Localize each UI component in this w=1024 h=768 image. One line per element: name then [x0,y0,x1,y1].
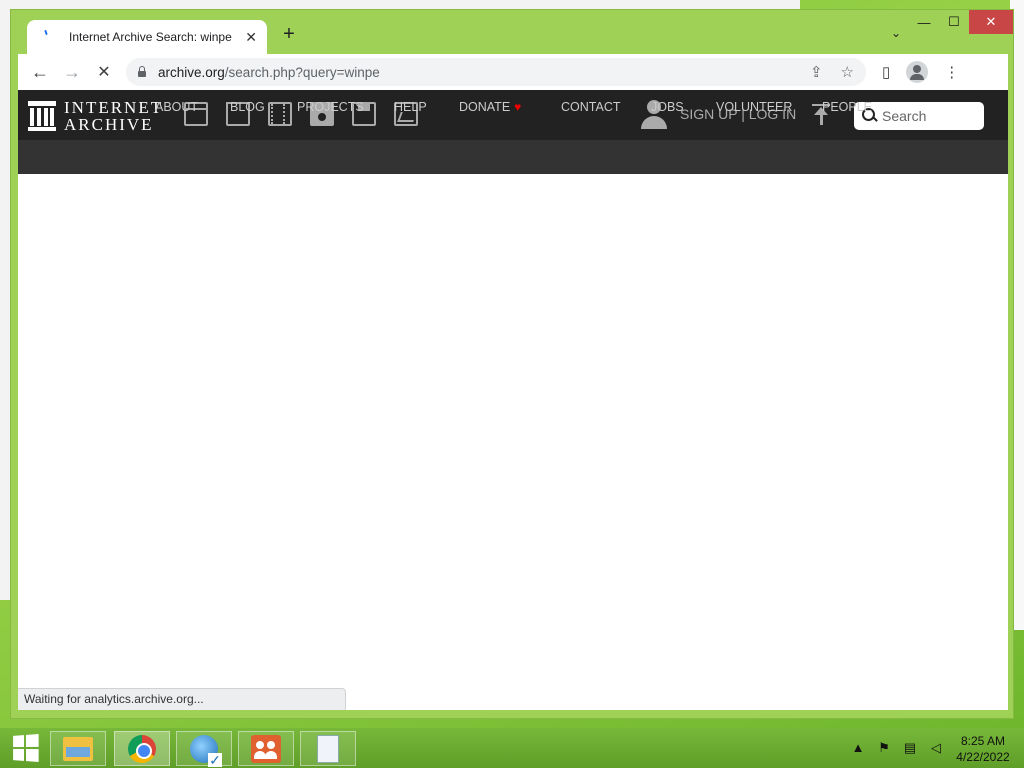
address-bar[interactable]: archive.org/search.php?query=winpe ⇪ ☆ [126,58,866,86]
action-center-flag-icon[interactable]: ⚑ [876,740,892,756]
taskbar-user-accounts[interactable] [238,731,294,766]
status-bubble: Waiting for analytics.archive.org... [18,688,346,710]
stop-loading-button[interactable]: ✕ [90,58,118,86]
windows-logo-icon [13,734,39,762]
archive-temple-icon [28,101,56,131]
nav-blog[interactable]: BLOG [230,100,265,114]
taskbar-internet-explorer[interactable] [176,731,232,767]
clock-time: 8:25 AM [960,734,1006,748]
back-button[interactable]: ← [26,58,54,86]
profile-avatar-icon[interactable] [906,61,929,83]
nav-about[interactable]: ABOUT [155,100,198,114]
nav-people[interactable]: PEOPLE [822,100,872,114]
bookmark-star-icon[interactable]: ☆ [841,63,854,81]
search-placeholder: Search [882,108,927,124]
user-accounts-icon [251,734,281,763]
loading-spinner-icon [39,29,55,45]
new-tab-button[interactable]: + [279,24,299,44]
clock-date: 4/22/2022 [956,750,1010,764]
start-button[interactable] [0,728,50,768]
file-explorer-icon [63,736,93,761]
volume-muted-icon[interactable]: ◁ [928,740,944,756]
forward-button[interactable]: → [58,58,86,86]
nav-donate-label: DONATE [459,100,511,114]
ia-header: INTERNET ARCHIVE SIGN UP | LOG IN Search [18,90,1008,140]
taskbar-file-explorer[interactable] [50,731,106,766]
taskbar-document[interactable] [300,731,356,766]
maximize-button[interactable]: ☐ [939,10,969,34]
url-path: /search.php?query=winpe [224,64,380,80]
ia-logo[interactable]: INTERNET ARCHIVE [28,99,163,133]
lock-icon[interactable] [136,66,148,78]
nav-donate[interactable]: DONATE ♥ [459,100,521,114]
heart-icon: ♥ [514,100,522,114]
nav-projects[interactable]: PROJECTS [297,100,364,114]
search-input[interactable]: Search [854,102,984,130]
close-window-button[interactable]: ✕ [969,10,1013,34]
browser-tab[interactable]: Internet Archive Search: winpe ✕ [27,20,267,54]
network-icon[interactable]: ▤ [902,740,918,756]
logo-line-2: ARCHIVE [64,115,154,134]
internet-explorer-icon [190,734,222,767]
nav-volunteer[interactable]: VOLUNTEER [716,100,792,114]
menu-kebab-icon[interactable]: ⋮ [944,63,959,81]
ia-nav-bar: ABOUT BLOG PROJECTS HELP DONATE ♥ CONTACT… [18,100,1008,174]
share-icon[interactable]: ⇪ [810,63,823,81]
toolbar-right: ▯ ⋮ [882,61,959,83]
nav-contact[interactable]: CONTACT [561,100,621,114]
nav-jobs[interactable]: JOBS [651,100,684,114]
logo-text: INTERNET ARCHIVE [64,99,163,133]
document-icon [317,734,339,763]
url-host: archive.org [158,64,225,80]
chrome-icon [128,734,156,763]
taskbar-chrome[interactable] [114,731,170,766]
video-icon[interactable] [268,102,292,126]
system-tray: ▲ ⚑ ▤ ◁ [850,740,944,756]
clock[interactable]: 8:25 AM 4/22/2022 [948,733,1018,765]
show-hidden-icons-icon[interactable]: ▲ [850,740,866,756]
tab-title: Internet Archive Search: winpe [69,30,232,44]
browser-toolbar: ← → ✕ archive.org/search.php?query=winpe… [18,54,1008,90]
minimize-button[interactable]: — [909,10,939,34]
side-panel-icon[interactable]: ▯ [882,63,890,81]
window-controls: — ☐ ✕ [909,10,1013,36]
tab-close-icon[interactable]: ✕ [245,29,257,46]
page-viewport: INTERNET ARCHIVE SIGN UP | LOG IN Search… [18,90,1008,710]
omnibox-actions: ⇪ ☆ [810,63,854,81]
nav-help[interactable]: HELP [394,100,427,114]
logo-line-1: INTERNET [64,98,164,117]
browser-window: — ☐ ✕ Internet Archive Search: winpe ✕ +… [10,9,1014,719]
tab-search-button[interactable]: ⌄ [891,26,901,40]
